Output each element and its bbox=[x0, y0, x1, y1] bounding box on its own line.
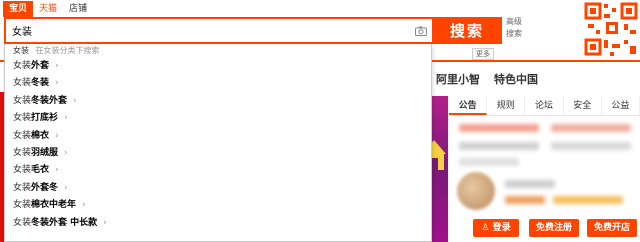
suggestion-item[interactable]: 女装 外套 › bbox=[5, 58, 431, 75]
user-line bbox=[505, 196, 545, 204]
tab-tmall[interactable]: 天猫 bbox=[33, 1, 63, 17]
notice-line[interactable] bbox=[551, 142, 631, 150]
suggestion-item[interactable]: 女装 棉衣中老年 › bbox=[5, 197, 431, 214]
suggestion-query: 女装 bbox=[13, 217, 32, 228]
suggestion-query: 女装 bbox=[13, 95, 32, 106]
chevron-right-icon: › bbox=[55, 165, 59, 176]
register-button[interactable]: 免费注册 bbox=[529, 219, 579, 237]
notice-line[interactable] bbox=[459, 142, 539, 150]
hint-keyword: 女装 bbox=[13, 46, 29, 55]
suggestion-item[interactable]: 女装 冬装外套 中长款 › bbox=[5, 215, 431, 232]
more-button[interactable]: 更多 bbox=[472, 48, 494, 60]
suggestion-completion: 外套 bbox=[31, 61, 50, 71]
suggestion-list: 女装 外套 › 女装 冬装 › 女装 冬装外套 › 女装 打底衫 › 女装 棉衣 › 女装 羽绒服 › 女装 毛衣 › 女… bbox=[5, 58, 431, 232]
suggestion-item[interactable]: 女装 外套冬 › bbox=[5, 180, 431, 197]
notice-line[interactable] bbox=[551, 124, 631, 132]
suggestion-completion: 外套冬 bbox=[31, 182, 59, 193]
suggestion-dropdown: 女装 在女装分类下搜索 女装 外套 › 女装 冬装 › 女装 冬装外套 › 女装 打底衫 › 女装 棉衣 ›… bbox=[4, 44, 432, 242]
chevron-right-icon: › bbox=[55, 61, 59, 71]
login-label: 登录 bbox=[492, 223, 511, 233]
suggestion-query: 女装 bbox=[13, 113, 32, 124]
notice-tabs: 公告 规则 论坛 安全 公益 bbox=[449, 96, 640, 116]
search-input[interactable] bbox=[6, 19, 410, 42]
suggestion-completion: 棉衣中老年 bbox=[31, 200, 77, 211]
chevron-right-icon: › bbox=[55, 78, 59, 89]
suggestion-completion: 毛衣 bbox=[31, 165, 50, 176]
camera-icon[interactable] bbox=[410, 19, 432, 42]
tab-rules[interactable]: 规则 bbox=[487, 96, 526, 115]
tab-charity[interactable]: 公益 bbox=[602, 96, 640, 115]
suggestion-item[interactable]: 女装 冬装外套 › bbox=[5, 93, 431, 110]
advanced-search-label: 高级 搜索 bbox=[506, 17, 522, 38]
suggestion-query: 女装 bbox=[13, 200, 32, 211]
tab-shop[interactable]: 店铺 bbox=[63, 1, 93, 17]
tab-forum[interactable]: 论坛 bbox=[525, 96, 564, 115]
suggestion-completion: 冬装 bbox=[31, 78, 50, 89]
suggestion-item[interactable]: 女装 冬装 › bbox=[5, 75, 431, 92]
search-box bbox=[4, 17, 432, 44]
user-line bbox=[505, 180, 555, 188]
suggestion-completion: 冬装外套 中长款 bbox=[31, 217, 98, 228]
suggestion-item[interactable]: 女装 羽绒服 › bbox=[5, 145, 431, 162]
nav-item-ali-xiaozhi[interactable]: 阿里小智 bbox=[436, 71, 480, 87]
suggestion-query: 女装 bbox=[13, 130, 32, 141]
suggestion-query: 女装 bbox=[13, 61, 32, 71]
user-line bbox=[553, 196, 623, 204]
open-shop-button[interactable]: 免费开店 bbox=[587, 219, 637, 237]
suggestion-completion: 羽绒服 bbox=[31, 147, 59, 158]
chevron-right-icon: › bbox=[55, 130, 59, 141]
qr-code bbox=[584, 0, 640, 60]
suggestion-completion: 打底衫 bbox=[31, 113, 59, 124]
search-button[interactable]: 搜索 bbox=[432, 17, 502, 44]
chevron-right-icon: › bbox=[103, 217, 107, 228]
suggestion-query: 女装 bbox=[13, 182, 32, 193]
suggestion-item[interactable]: 女装 打底衫 › bbox=[5, 110, 431, 127]
category-hint[interactable]: 女装 在女装分类下搜索 bbox=[5, 44, 431, 58]
chevron-right-icon: › bbox=[82, 200, 86, 211]
notice-line[interactable] bbox=[459, 158, 519, 166]
chevron-right-icon: › bbox=[73, 95, 77, 106]
tab-announcement[interactable]: 公告 bbox=[449, 96, 488, 115]
suggestion-query: 女装 bbox=[13, 147, 32, 158]
chevron-right-icon: › bbox=[64, 147, 68, 158]
chevron-right-icon: › bbox=[64, 113, 68, 124]
suggestion-query: 女装 bbox=[13, 165, 32, 176]
advanced-search-link[interactable]: 高级 搜索 bbox=[506, 16, 530, 40]
tab-baobei[interactable]: 宝贝 bbox=[3, 1, 34, 17]
notice-line[interactable] bbox=[459, 124, 539, 132]
hint-text: 在女装分类下搜索 bbox=[35, 46, 100, 55]
suggestion-item[interactable]: 女装 棉衣 › bbox=[5, 128, 431, 145]
login-button[interactable]: ♙ 登录 bbox=[473, 219, 519, 237]
suggestion-completion: 棉衣 bbox=[31, 130, 50, 141]
tab-security[interactable]: 安全 bbox=[564, 96, 602, 115]
notice-panel: 公告 规则 论坛 安全 公益 ♙ 登录 免费注册 免费开店 bbox=[448, 96, 640, 242]
suggestion-query: 女装 bbox=[13, 78, 32, 89]
search-type-tabs: 宝贝 天猫 店铺 bbox=[3, 1, 93, 17]
user-icon: ♙ bbox=[481, 223, 490, 233]
nav-item-tese-china[interactable]: 特色中国 bbox=[494, 71, 538, 87]
suggestion-item[interactable]: 女装 毛衣 › bbox=[5, 162, 431, 179]
avatar bbox=[457, 172, 495, 210]
chevron-right-icon: › bbox=[64, 182, 68, 193]
suggestion-completion: 冬装外套 bbox=[31, 95, 68, 106]
